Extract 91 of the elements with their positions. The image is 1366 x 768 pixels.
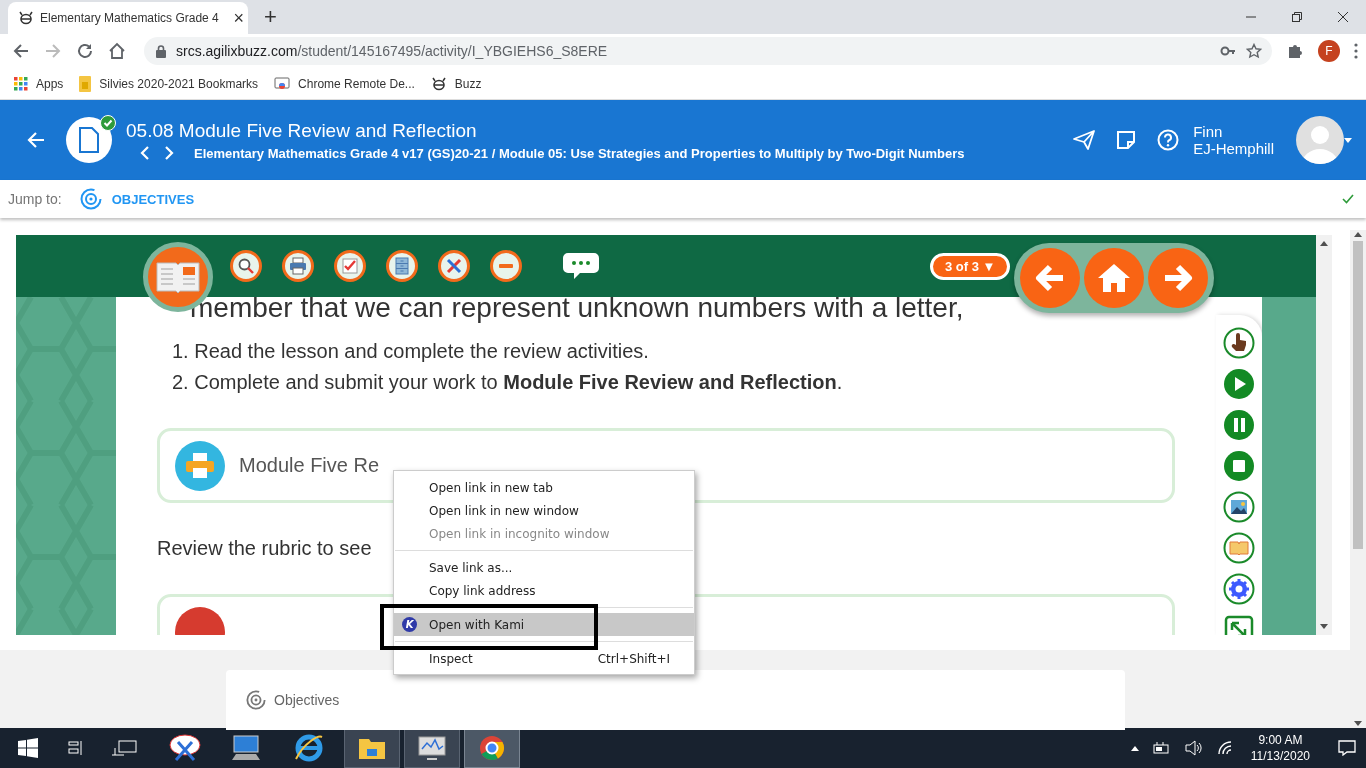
bookmark-folder-icon	[79, 75, 92, 92]
scrollbar-thumb[interactable]	[1353, 241, 1363, 549]
wifi-icon[interactable]	[1216, 741, 1233, 755]
back-arrow-icon[interactable]	[26, 130, 46, 150]
user-avatar[interactable]	[1296, 116, 1344, 164]
reload-icon[interactable]	[76, 42, 94, 60]
objectives-card[interactable]: Objectives	[226, 670, 1125, 730]
chrome-icon[interactable]	[479, 735, 505, 761]
home-button[interactable]	[1084, 248, 1144, 308]
next-icon[interactable]	[164, 146, 174, 160]
target-icon	[246, 690, 266, 710]
menu-item[interactable]: Open link in new tab	[394, 476, 694, 499]
pause-icon[interactable]	[1223, 409, 1255, 441]
page-title: 05.08 Module Five Review and Reflection	[126, 119, 478, 142]
previous-page-button[interactable]	[1020, 248, 1080, 308]
menu-item[interactable]: Inspect Ctrl+Shift+I	[394, 647, 694, 670]
apps-grid-icon	[14, 76, 28, 91]
back-icon[interactable]	[12, 42, 30, 60]
menu-item[interactable]: Save link as...	[394, 556, 694, 579]
scroll-down-icon[interactable]	[1354, 721, 1362, 726]
menu-item[interactable]: K Open with Kami	[394, 613, 694, 636]
next-page-button[interactable]	[1148, 248, 1208, 308]
scroll-up-icon[interactable]	[1320, 241, 1328, 246]
left-arrow-icon	[1034, 264, 1066, 292]
profile-avatar[interactable]: F	[1318, 40, 1340, 62]
monitor-icon[interactable]	[417, 735, 447, 761]
instruction-step: 1. Read the lesson and complete the review activities.	[172, 340, 1216, 363]
bookmark[interactable]: Chrome Remote De...	[274, 76, 415, 91]
show-hidden-icon[interactable]	[1130, 745, 1139, 751]
clock[interactable]: 9:00 AM 11/13/2020	[1250, 732, 1310, 764]
home-icon	[1097, 263, 1131, 293]
dropdown-caret-icon[interactable]	[1344, 137, 1352, 143]
start-icon[interactable]	[18, 738, 38, 758]
bookmark[interactable]: Buzz	[430, 76, 482, 91]
menu-item[interactable]: Copy link address	[394, 579, 694, 602]
battery-icon[interactable]	[1152, 741, 1171, 755]
minus-icon[interactable]	[490, 250, 522, 282]
checkmark-icon	[1342, 194, 1354, 204]
puzzle-icon[interactable]	[1286, 42, 1304, 60]
bookmark[interactable]: Silvies 2020-2021 Bookmarks	[79, 75, 259, 92]
tab-close-button[interactable]: ×	[231, 7, 246, 29]
more-menu-icon[interactable]	[1354, 43, 1358, 59]
settings-icon[interactable]	[1223, 573, 1255, 605]
chat-bubble-icon[interactable]	[562, 252, 600, 280]
right-arrow-icon	[1162, 264, 1194, 292]
instruction-step: 2. Complete and submit your work to Module Five Review and Reflection.	[172, 371, 1216, 394]
file-cabinet-icon[interactable]	[386, 250, 418, 282]
search-icon[interactable]	[230, 250, 262, 282]
scroll-down-icon[interactable]	[1320, 624, 1328, 629]
address-bar[interactable]: srcs.agilixbuzz.com/student/145167495/activity/I_YBGIEHS6_S8ERE	[144, 37, 1272, 65]
rubric-text: Review the rubric to see	[157, 537, 373, 560]
browser-e-icon[interactable]	[294, 733, 324, 763]
note-icon[interactable]	[1117, 131, 1136, 149]
book-icon[interactable]	[1223, 532, 1255, 564]
send-icon[interactable]	[1073, 129, 1096, 151]
jump-label: Jump to:	[8, 191, 62, 207]
scissors-icon[interactable]	[168, 732, 202, 764]
folder-icon[interactable]	[358, 736, 386, 760]
computer-icon[interactable]	[230, 734, 262, 762]
pointer-hand-icon[interactable]	[1223, 327, 1255, 359]
star-icon[interactable]	[1246, 43, 1262, 59]
objectives-label: Objectives	[274, 692, 340, 708]
notification-icon[interactable]	[1338, 740, 1356, 756]
bookmark[interactable]: Apps	[14, 76, 64, 91]
play-icon[interactable]	[1223, 368, 1255, 400]
url-text: srcs.agilixbuzz.com/student/145167495/activity/I_YBGIEHS6_S8ERE	[176, 43, 609, 59]
lock-icon	[156, 44, 166, 58]
new-tab-button[interactable]: +	[258, 4, 283, 30]
help-icon[interactable]	[1157, 129, 1180, 151]
previous-icon[interactable]	[140, 146, 150, 160]
checklist-icon[interactable]	[334, 250, 366, 282]
breadcrumb: Elementary Mathematics Grade 4 v17 (GS)20-21 / Module 05: Use Strategies and Properties to Multiply by Two-Digit Numbers	[194, 145, 965, 161]
remote-desktop-icon	[274, 76, 291, 91]
bug-icon	[18, 11, 34, 25]
maximize-icon[interactable]	[1291, 11, 1303, 23]
printer-icon	[175, 440, 225, 491]
tab-title: Elementary Mathematics Grade 4	[40, 11, 220, 25]
task-view-icon[interactable]	[68, 740, 84, 756]
image-icon[interactable]	[1223, 491, 1255, 523]
printer-icon[interactable]	[282, 250, 314, 282]
letter-badge-icon: K	[402, 617, 417, 632]
stop-icon[interactable]	[1223, 450, 1255, 482]
user-name[interactable]: Finn EJ-Hemphill	[1193, 123, 1274, 157]
close-icon[interactable]	[1337, 11, 1349, 23]
browser-tab[interactable]: Elementary Mathematics Grade 4 ×	[8, 2, 248, 34]
remote-screen-icon[interactable]	[110, 739, 138, 757]
scroll-up-icon[interactable]	[1354, 232, 1362, 237]
speaker-icon[interactable]	[1184, 740, 1203, 756]
home-icon[interactable]	[108, 42, 126, 60]
bug-icon	[430, 76, 447, 91]
target-icon	[79, 188, 102, 210]
